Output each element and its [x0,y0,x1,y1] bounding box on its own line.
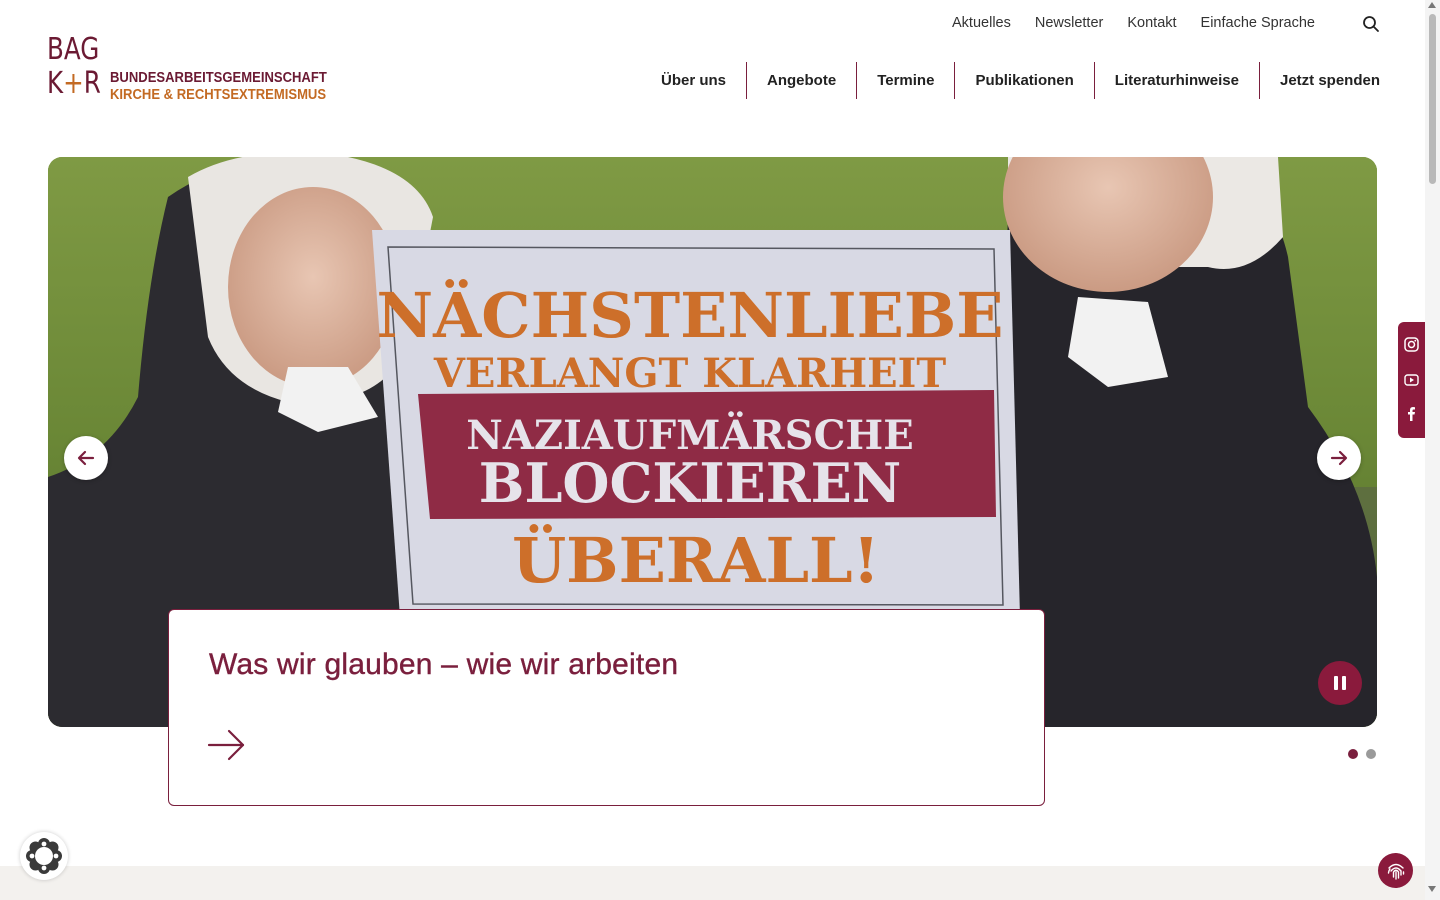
nav-item-jetzt-spenden[interactable]: Jetzt spenden [1258,62,1400,99]
hero-caption: Was wir glauben – wie wir arbeiten [168,609,1045,806]
scroll-down-arrow[interactable] [1428,886,1436,892]
nav-item-publikationen[interactable]: Publikationen [954,62,1093,99]
logo-line2: KIRCHE & RECHTSEXTREMISMUS [110,87,327,103]
privacy-button[interactable] [1378,853,1413,888]
cookie-icon [26,838,62,874]
sign-line4: BLOCKIEREN [479,451,901,515]
logo-kr: K+R [47,67,101,101]
top-link-newsletter[interactable]: Newsletter [1035,14,1104,32]
sign-line5: ÜBERALL! [512,524,880,597]
sign-line1: NÄCHSTENLIEBE [376,279,1003,352]
logo-k: K [47,66,64,101]
search-icon[interactable] [1362,15,1380,33]
fingerprint-icon [1387,863,1404,880]
logo-line1: BUNDESARBEITSGEMEINSCHAFT [110,70,327,86]
nav-item-ueber-uns[interactable]: Über uns [641,62,746,99]
site-logo[interactable]: BAG K+R BUNDESARBEITSGEMEINSCHAFT KIRCHE… [47,32,327,104]
slider-dots [1348,749,1376,759]
next-section-band [0,866,1425,900]
scroll-up-arrow[interactable] [1428,2,1436,8]
logo-r: R [83,66,101,101]
nav-item-termine[interactable]: Termine [856,62,954,99]
arrow-left-icon [77,450,95,466]
cookie-settings-button[interactable] [20,832,68,880]
sign-line2: VERLANGT KLARHEIT [433,350,947,397]
nav-item-literaturhinweise[interactable]: Literaturhinweise [1093,62,1259,99]
hero-caption-title: Was wir glauben – wie wir arbeiten [209,648,679,681]
slider-dot-2[interactable] [1366,749,1376,759]
top-link-einfache-sprache[interactable]: Einfache Sprache [1201,14,1315,32]
instagram-icon[interactable] [1403,336,1419,352]
slider-dot-1[interactable] [1348,749,1358,759]
scroll-thumb[interactable] [1429,14,1436,184]
top-link-kontakt[interactable]: Kontakt [1127,14,1176,32]
top-links: Aktuelles Newsletter Kontakt Einfache Sp… [928,14,1315,32]
slider-next-button[interactable] [1317,436,1361,480]
arrow-right-icon [1330,450,1348,466]
logo-bag: BAG [47,32,100,67]
social-sidebar [1398,322,1425,438]
slider-prev-button[interactable] [64,436,108,480]
main-nav: Über uns Angebote Termine Publikationen … [641,62,1400,99]
pause-icon [1334,676,1346,690]
page-scrollbar[interactable] [1425,0,1440,900]
top-link-aktuelles[interactable]: Aktuelles [952,14,1011,32]
facebook-icon[interactable] [1403,405,1419,421]
logo-plus: + [63,66,84,101]
slider-pause-button[interactable] [1318,661,1362,705]
hero-caption-link[interactable] [207,725,247,765]
arrow-right-icon [207,729,245,761]
youtube-icon[interactable] [1403,372,1419,388]
nav-item-angebote[interactable]: Angebote [746,62,856,99]
